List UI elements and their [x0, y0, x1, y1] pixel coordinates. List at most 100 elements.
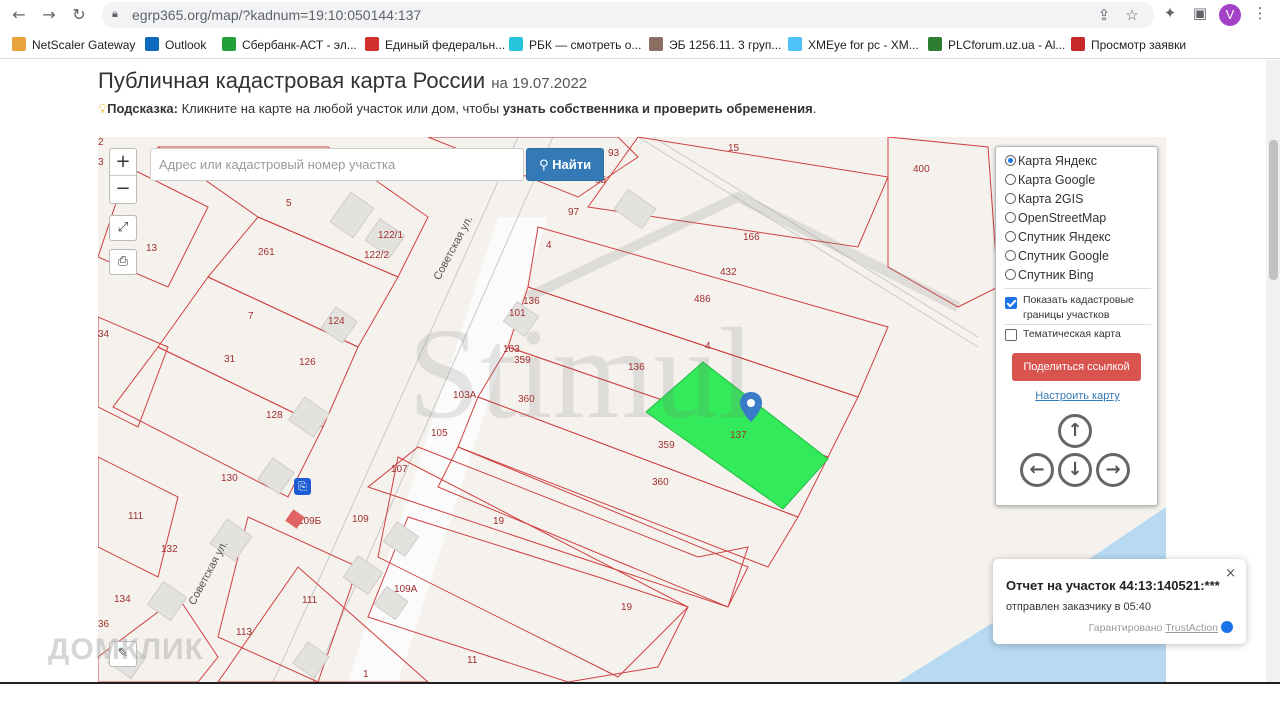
radio-icon[interactable]: [1005, 231, 1016, 242]
bookmark-item[interactable]: Единый федеральн...: [365, 37, 505, 52]
page-scrollbar[interactable]: [1266, 60, 1280, 682]
layer-label: Карта Google: [1018, 173, 1096, 187]
search-button[interactable]: ⚲ Найти: [526, 148, 604, 181]
reload-icon[interactable]: ↻: [68, 4, 90, 26]
fullscreen-icon[interactable]: ⤢: [109, 215, 137, 241]
parcel-label: 11: [467, 655, 478, 666]
bookmark-item[interactable]: РБК — смотреть о...: [509, 37, 641, 52]
parcel-label: 103А: [453, 390, 477, 401]
show-boundaries-label: Показать кадастровые границы участков: [1023, 294, 1134, 321]
menu-dots-icon[interactable]: ⋮: [1250, 4, 1270, 24]
parcel-label: 97: [568, 207, 580, 218]
radio-icon[interactable]: [1005, 174, 1016, 185]
hint-body: Кликните на карте на любой участок или д…: [177, 101, 503, 116]
radio-icon[interactable]: [1005, 212, 1016, 223]
layer-label: OpenStreetMap: [1018, 211, 1107, 225]
layer-label: Карта 2GIS: [1018, 192, 1084, 206]
profile-avatar[interactable]: V: [1219, 4, 1241, 26]
pan-right-icon[interactable]: →: [1096, 453, 1130, 487]
close-icon[interactable]: ×: [1225, 566, 1236, 581]
parcel-label: 19: [493, 516, 505, 527]
layer-option-google-map[interactable]: Карта Google: [1005, 173, 1095, 187]
parcel-label: 486: [694, 294, 711, 305]
show-boundaries-checkbox[interactable]: [1005, 297, 1017, 309]
parcel-label: 113: [236, 627, 252, 638]
layer-option-yandex-map[interactable]: Карта Яндекс: [1005, 154, 1097, 168]
parcel-label: 3: [98, 157, 104, 168]
back-arrow-icon[interactable]: ←: [8, 4, 30, 26]
parcel-label: 130: [221, 473, 238, 484]
pan-down-icon[interactable]: ↓: [1058, 453, 1092, 487]
trustaction-link[interactable]: TrustAction: [1165, 622, 1218, 634]
notification-text: отправлен заказчику в 05:40: [1006, 601, 1152, 613]
bookmark-item[interactable]: ЭБ 1256.11. 3 груп...: [649, 37, 781, 52]
bookmark-item[interactable]: NetScaler Gateway: [12, 37, 135, 52]
hint-text: 💡︎Подсказка: Кликните на карте на любой …: [98, 101, 816, 117]
forward-arrow-icon[interactable]: →: [38, 4, 60, 26]
scrollbar-thumb[interactable]: [1269, 140, 1278, 280]
parcel-label: 1: [363, 669, 369, 680]
parcel-label: 124: [328, 316, 345, 327]
bookmark-label: Просмотр заявки: [1091, 38, 1187, 52]
parcel-label: 109А: [394, 584, 418, 595]
bookmark-favicon-icon: [788, 37, 802, 51]
parcel-label: 359: [514, 355, 531, 366]
parcel-label: 261: [258, 247, 275, 258]
parcel-label: 107: [391, 464, 408, 475]
bookmark-label: PLCforum.uz.ua - Al...: [948, 38, 1066, 52]
layer-option-bing-satellite[interactable]: Спутник Bing: [1005, 268, 1094, 282]
bookmark-favicon-icon: [145, 37, 159, 51]
bookmark-label: NetScaler Gateway: [32, 38, 136, 52]
parcel-label: 4: [705, 341, 711, 352]
map-pin-icon[interactable]: [740, 392, 762, 422]
layer-option-google-satellite[interactable]: Спутник Google: [1005, 249, 1109, 263]
radio-icon[interactable]: [1005, 269, 1016, 280]
address-bar[interactable]: 🔒︎ egrp365.org/map/?kadnum=19:10:050144:…: [102, 2, 1154, 28]
radio-icon[interactable]: [1005, 250, 1016, 261]
print-icon[interactable]: ⎙: [109, 249, 137, 275]
share-link-button[interactable]: Поделиться ссылкой: [1012, 353, 1141, 381]
layer-option-osm[interactable]: OpenStreetMap: [1005, 211, 1106, 225]
parcel-label: 136: [628, 362, 645, 373]
bookmark-item[interactable]: Outlook: [145, 37, 206, 52]
layer-label: Карта Яндекс: [1018, 154, 1097, 168]
pan-left-icon[interactable]: ←: [1020, 453, 1054, 487]
extensions-icon[interactable]: ✦: [1160, 4, 1180, 24]
pan-up-icon[interactable]: ↑: [1058, 414, 1092, 448]
thematic-map-checkbox[interactable]: [1005, 329, 1017, 341]
search-input[interactable]: Адрес или кадастровый номер участка: [150, 148, 524, 181]
bookmark-favicon-icon: [12, 37, 26, 51]
bookmark-item[interactable]: PLCforum.uz.ua - Al...: [928, 37, 1065, 52]
bookmark-star-icon[interactable]: ☆: [1122, 6, 1142, 26]
bookmark-label: XMEye for pc - XM...: [808, 38, 919, 52]
radio-icon[interactable]: [1005, 193, 1016, 204]
bookmark-label: РБК — смотреть о...: [529, 38, 642, 52]
search-button-label: Найти: [552, 157, 592, 172]
parcel-label: 400: [913, 164, 930, 175]
bookmark-label: Единый федеральн...: [385, 38, 506, 52]
parcel-label: 31: [224, 354, 236, 365]
zoom-out-button[interactable]: −: [110, 176, 136, 203]
parcel-label: 2: [98, 137, 104, 148]
bus-stop-icon[interactable]: ⎘: [294, 478, 311, 495]
parcel-label: 103: [503, 344, 520, 355]
watermark-text: Stimul: [408, 302, 755, 446]
setup-map-link[interactable]: Настроить карту: [996, 390, 1159, 402]
layer-option-yandex-satellite[interactable]: Спутник Яндекс: [1005, 230, 1111, 244]
notification-guarantee: Гарантировано TrustAction: [1089, 621, 1233, 634]
zoom-in-button[interactable]: +: [110, 149, 136, 176]
radio-icon[interactable]: [1005, 155, 1016, 166]
share-icon[interactable]: ⇪: [1094, 6, 1114, 26]
bookmark-item[interactable]: Сбербанк-АСТ - эл...: [222, 37, 357, 52]
bookmark-label: ЭБ 1256.11. 3 груп...: [669, 38, 782, 52]
bookmark-favicon-icon: [1071, 37, 1085, 51]
parcel-label: 4: [546, 240, 552, 251]
side-panel-icon[interactable]: ▣: [1190, 4, 1210, 24]
watermark-roof: [525, 191, 961, 312]
page-title: Публичная кадастровая карта России на 19…: [98, 68, 587, 94]
page-date: на 19.07.2022: [491, 75, 588, 92]
bookmark-item[interactable]: Просмотр заявки: [1071, 37, 1186, 52]
bookmark-item[interactable]: XMEye for pc - XM...: [788, 37, 919, 52]
layer-option-2gis[interactable]: Карта 2GIS: [1005, 192, 1083, 206]
parcel-label: 19: [621, 602, 633, 613]
